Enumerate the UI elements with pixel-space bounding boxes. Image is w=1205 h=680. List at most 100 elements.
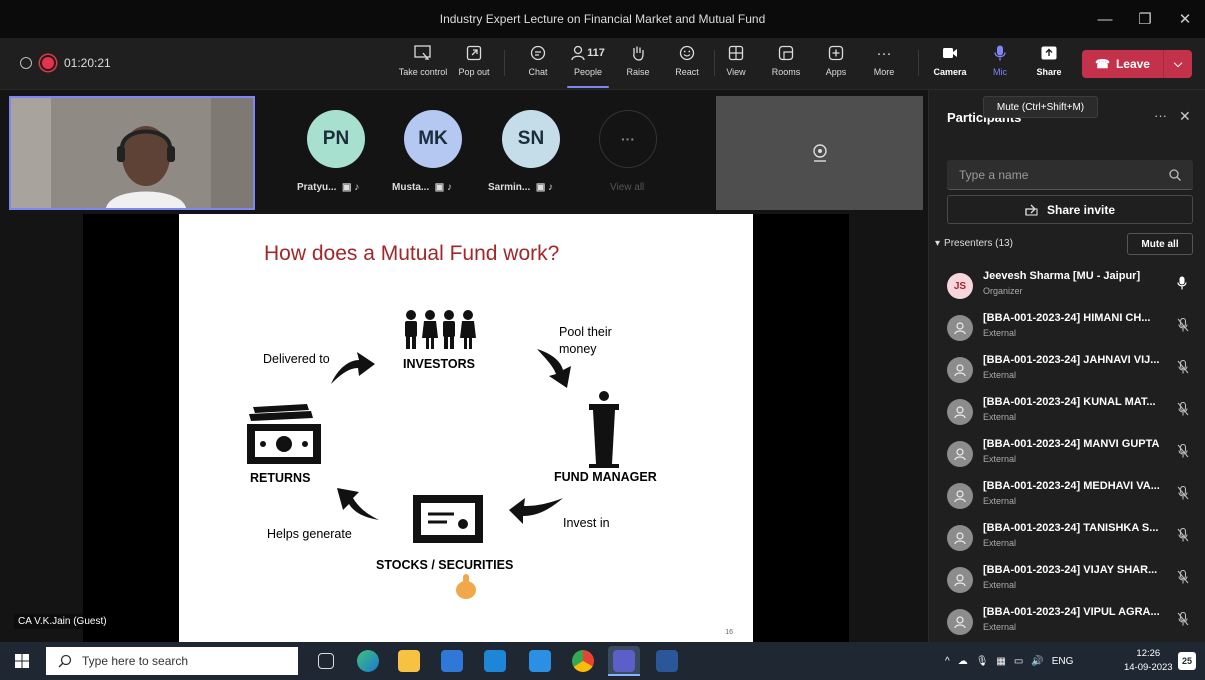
person-icon	[954, 322, 966, 335]
task-view-icon[interactable]	[318, 653, 334, 669]
leave-button[interactable]: ☎ Leave ⌵	[1082, 50, 1192, 78]
participant-row[interactable]: [BBA-001-2023-24] TANISHKA S... External	[947, 518, 1197, 558]
recording-icon	[42, 57, 54, 69]
pop-out-button[interactable]: Pop out	[450, 42, 498, 77]
mute-all-button[interactable]: Mute all	[1127, 233, 1193, 255]
react-button[interactable]: React	[663, 42, 711, 77]
onedrive-icon[interactable]: ☁	[958, 656, 968, 667]
mic-off-icon	[1177, 527, 1189, 545]
participant-row[interactable]: [BBA-001-2023-24] JAHNAVI VIJ... External	[947, 350, 1197, 390]
camera-off-icon: ▣	[434, 182, 445, 193]
microphone-icon[interactable]: 🎙	[976, 656, 989, 667]
windows-taskbar: Type here to search ^ ☁ 🎙 ▦ ▭ 🔊 ENG 12:2…	[0, 642, 1205, 680]
arrow-invest	[509, 498, 563, 524]
network-icon[interactable]: ▦	[996, 656, 1005, 667]
view-button[interactable]: View	[712, 42, 760, 77]
avatar	[947, 567, 973, 593]
phone-hangup-icon: ☎	[1095, 57, 1110, 71]
person-icon	[954, 406, 966, 419]
camera-button[interactable]: Camera	[926, 42, 974, 77]
restore-button[interactable]: ❐	[1125, 0, 1165, 38]
avatar-pn[interactable]: PN	[307, 110, 365, 168]
store-icon[interactable]	[441, 650, 463, 672]
presenters-section-header[interactable]: ▾ Presenters (13)	[935, 238, 1013, 249]
share-invite-button[interactable]: Share invite	[947, 195, 1193, 224]
more-button[interactable]: ··· More	[860, 42, 908, 78]
mic-off-icon	[1177, 359, 1189, 377]
meeting-timer: 01:20:21	[64, 56, 111, 70]
edge-icon[interactable]	[357, 650, 379, 672]
share-button[interactable]: Share	[1025, 42, 1073, 77]
view-all-label: View all	[610, 182, 645, 193]
clock[interactable]: 12:26 14-09-2023	[1124, 647, 1173, 675]
participant-row[interactable]: [BBA-001-2023-24] KUNAL MAT... External	[947, 392, 1197, 432]
people-icon	[571, 45, 585, 61]
chat-button[interactable]: Chat	[514, 42, 562, 77]
outlook-icon[interactable]	[484, 650, 506, 672]
mic-off-icon: ♪	[548, 182, 554, 193]
camera-off-tile[interactable]	[716, 96, 923, 210]
avatar-mk[interactable]: MK	[404, 110, 462, 168]
rooms-button[interactable]: Rooms	[762, 42, 810, 77]
caret-down-icon: ▾	[935, 238, 941, 249]
mic-off-icon	[1177, 401, 1189, 419]
raise-hand-button[interactable]: Raise	[614, 42, 662, 77]
taskbar-search-input[interactable]: Type here to search	[46, 647, 298, 675]
notifications-icon[interactable]: 25	[1178, 652, 1196, 670]
meeting-toolbar: 01:20:21 Take control Pop out Chat 117 P…	[0, 38, 1205, 90]
mic-button[interactable]: Mic	[976, 42, 1024, 77]
chrome-icon[interactable]	[572, 650, 594, 672]
mic-off-icon	[1177, 569, 1189, 587]
chevron-up-icon[interactable]: ^	[945, 656, 950, 667]
avatar-sn[interactable]: SN	[502, 110, 560, 168]
mic-off-icon: ♪	[447, 182, 453, 193]
volume-icon[interactable]: 🔊	[1031, 656, 1043, 667]
avatar	[947, 483, 973, 509]
view-all-button[interactable]: ···	[599, 110, 657, 168]
mic-off-icon: ♪	[354, 182, 360, 193]
apps-button[interactable]: Apps	[812, 42, 860, 77]
word-icon[interactable]	[656, 650, 678, 672]
file-explorer-icon[interactable]	[398, 650, 420, 672]
participants-panel: Participants ··· ✕ Type a name Share inv…	[928, 90, 1205, 642]
label-money: money	[559, 342, 597, 356]
camera-off-icon: ▣	[535, 182, 546, 193]
take-control-icon	[411, 42, 435, 64]
camera-icon	[938, 42, 962, 64]
participant-row[interactable]: [BBA-001-2023-24] VIPUL AGRA... External	[947, 602, 1197, 642]
teams-icon-active[interactable]	[608, 646, 640, 676]
windows-start-icon[interactable]	[15, 654, 29, 673]
title-bar: Industry Expert Lecture on Financial Mar…	[0, 0, 1205, 38]
avatar	[947, 441, 973, 467]
speaker-video[interactable]	[9, 96, 255, 210]
display-icon[interactable]: ▭	[1014, 656, 1023, 667]
person-icon	[954, 616, 966, 629]
participant-search-input[interactable]: Type a name	[947, 160, 1193, 190]
participant-row[interactable]: JS Jeevesh Sharma [MU - Jaipur] Organize…	[947, 266, 1197, 306]
close-button[interactable]: ✕	[1165, 0, 1205, 38]
shield-icon	[20, 57, 32, 69]
language-indicator[interactable]: ENG	[1052, 656, 1074, 667]
label-fund-manager: FUND MANAGER	[554, 470, 657, 484]
slide-diagram	[247, 310, 619, 599]
participant-row[interactable]: [BBA-001-2023-24] MANVI GUPTA External	[947, 434, 1197, 474]
more-icon: ···	[876, 44, 892, 62]
chat-icon	[526, 42, 550, 64]
chevron-down-icon[interactable]: ⌵	[1164, 58, 1192, 71]
people-button[interactable]: 117 People	[564, 42, 612, 88]
take-control-button[interactable]: Take control	[393, 42, 453, 77]
participant-row[interactable]: [BBA-001-2023-24] HIMANI CH... External	[947, 308, 1197, 348]
label-pool: Pool their	[559, 325, 612, 339]
more-options-icon[interactable]: ···	[1154, 108, 1167, 123]
share-screen-icon	[1037, 42, 1061, 64]
person-icon	[954, 448, 966, 461]
participant-row[interactable]: [BBA-001-2023-24] MEDHAVI VA... External	[947, 476, 1197, 516]
minimize-button[interactable]: —	[1085, 0, 1125, 38]
mail-icon[interactable]	[529, 650, 551, 672]
microphone-icon	[988, 42, 1012, 64]
mic-off-icon	[1177, 317, 1189, 335]
close-panel-icon[interactable]: ✕	[1179, 108, 1191, 125]
mic-off-icon	[1177, 611, 1189, 629]
arrow-helps	[337, 488, 379, 520]
participant-row[interactable]: [BBA-001-2023-24] VIJAY SHAR... External	[947, 560, 1197, 600]
